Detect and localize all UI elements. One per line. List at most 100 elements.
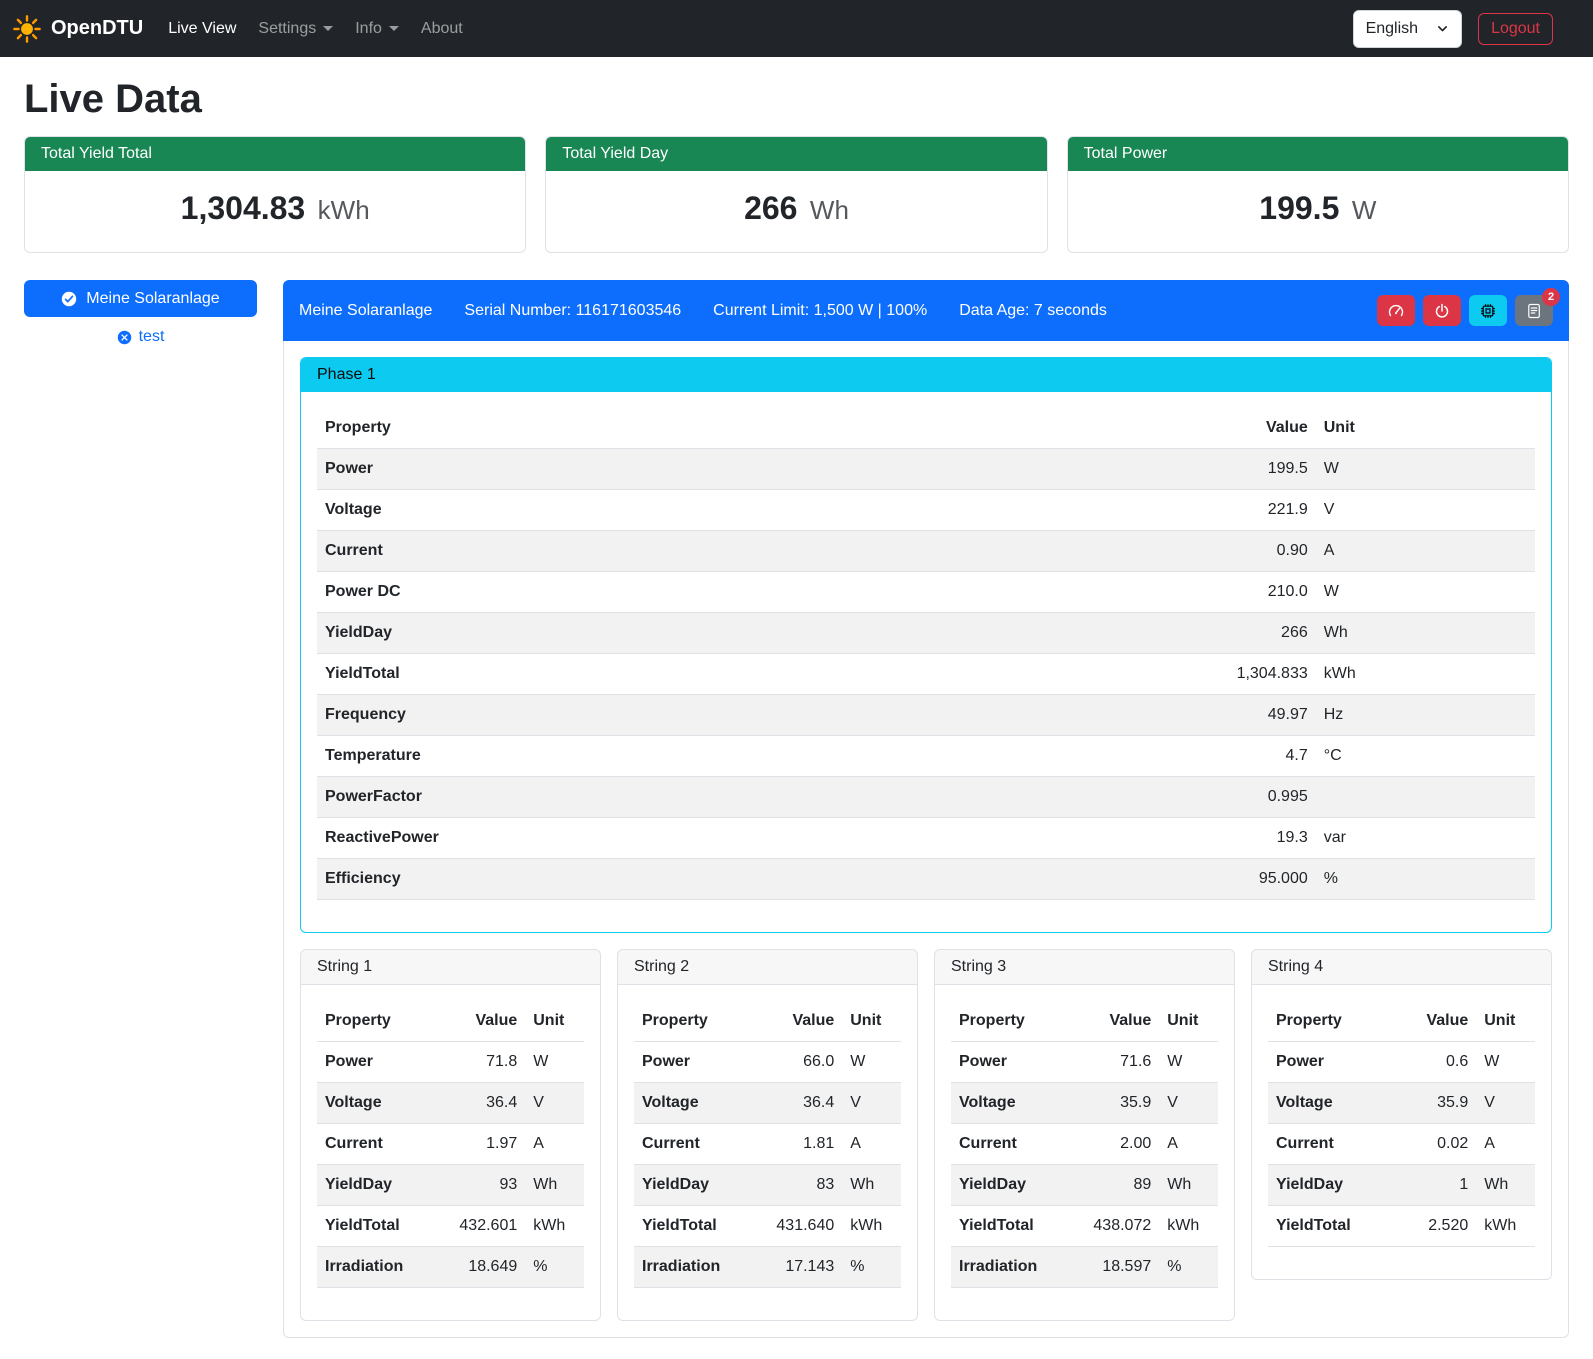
language-select[interactable]: English: [1353, 10, 1462, 48]
nav-item-label: Live View: [168, 20, 236, 38]
inverter-panel-body: Phase 1 Property Value Unit Power 1: [283, 341, 1569, 1338]
nav-item-about[interactable]: About: [410, 12, 474, 46]
table-row: Current 1.97 A: [317, 1124, 584, 1165]
table-row: YieldDay 266 Wh: [317, 613, 1535, 654]
language-select-value: English: [1366, 20, 1418, 38]
chevron-down-icon: [1436, 22, 1449, 35]
brand-link[interactable]: OpenDTU: [12, 14, 143, 44]
row-property: YieldDay: [951, 1165, 1079, 1206]
phase-card-title: Phase 1: [301, 358, 1551, 392]
phase-card-body: Property Value Unit Power 199.5 W Voltag…: [301, 392, 1551, 932]
table-row: Current 2.00 A: [951, 1124, 1218, 1165]
limit-settings-button[interactable]: [1377, 295, 1415, 326]
string-table-body: Power 0.6 W Voltage 35.9 V Current 0.02 …: [1268, 1042, 1535, 1247]
phase-card: Phase 1 Property Value Unit Power 1: [300, 357, 1552, 933]
row-value: 2.520: [1396, 1206, 1476, 1247]
table-row: YieldTotal 432.601 kWh: [317, 1206, 584, 1247]
row-value: 0.995: [1072, 777, 1316, 818]
summary-value: 199.5: [1259, 190, 1339, 226]
row-value: 266: [1072, 613, 1316, 654]
row-property: Irradiation: [317, 1247, 445, 1288]
table-row: YieldDay 83 Wh: [634, 1165, 901, 1206]
summary-unit: Wh: [810, 195, 849, 225]
table-row: Current 1.81 A: [634, 1124, 901, 1165]
row-value: 35.9: [1079, 1083, 1159, 1124]
nav-item-info[interactable]: Info: [344, 12, 410, 46]
col-unit: Unit: [1316, 408, 1535, 449]
summary-card-total-power: Total Power 199.5 W: [1067, 136, 1569, 253]
row-property: Efficiency: [317, 859, 1072, 900]
table-row: Current 0.90 A: [317, 531, 1535, 572]
row-value: 66.0: [762, 1042, 842, 1083]
cpu-icon: [1480, 303, 1496, 319]
table-row: Current 0.02 A: [1268, 1124, 1535, 1165]
row-unit: %: [842, 1247, 901, 1288]
string-card: String 2 Property Value Unit Power 66.0 …: [617, 949, 918, 1321]
inverter-limit: Current Limit: 1,500 W | 100%: [713, 302, 927, 320]
row-unit: W: [1159, 1042, 1218, 1083]
row-value: 83: [762, 1165, 842, 1206]
row-value: 71.8: [445, 1042, 525, 1083]
page-container: Live Data Total Yield Total 1,304.83 kWh…: [0, 77, 1593, 1338]
table-row: Voltage 36.4 V: [634, 1083, 901, 1124]
strings-row: String 1 Property Value Unit Power 71.8 …: [300, 949, 1552, 1321]
summary-card-title: Total Yield Day: [546, 137, 1046, 171]
row-unit: var: [1316, 818, 1535, 859]
string-table: Property Value Unit Power 0.6 W Voltage …: [1268, 1001, 1535, 1247]
row-unit: %: [1316, 859, 1535, 900]
row-property: Power: [1268, 1042, 1396, 1083]
row-value: 18.597: [1079, 1247, 1159, 1288]
inverter-button-test[interactable]: test: [113, 324, 169, 350]
row-unit: A: [1476, 1124, 1535, 1165]
row-property: PowerFactor: [317, 777, 1072, 818]
nav-item-live-view[interactable]: Live View: [157, 12, 247, 46]
row-property: Irradiation: [951, 1247, 1079, 1288]
inverter-actions: 2: [1377, 295, 1553, 326]
col-unit: Unit: [1159, 1001, 1218, 1042]
string-card: String 4 Property Value Unit Power 0.6 W…: [1251, 949, 1552, 1280]
row-property: Voltage: [951, 1083, 1079, 1124]
nav-right: English Logout: [1353, 10, 1553, 48]
row-property: Power: [317, 449, 1072, 490]
power-icon: [1434, 303, 1450, 319]
row-property: Voltage: [634, 1083, 762, 1124]
nav-item-settings[interactable]: Settings: [247, 12, 344, 46]
phase-table: Property Value Unit Power 199.5 W Voltag…: [317, 408, 1535, 900]
power-button[interactable]: [1423, 295, 1461, 326]
table-row: Irradiation 18.649 %: [317, 1247, 584, 1288]
row-unit: Wh: [1476, 1165, 1535, 1206]
logout-button[interactable]: Logout: [1478, 13, 1553, 45]
row-value: 71.6: [1079, 1042, 1159, 1083]
row-unit: Hz: [1316, 695, 1535, 736]
row-unit: W: [525, 1042, 584, 1083]
col-unit: Unit: [842, 1001, 901, 1042]
table-row: YieldDay 1 Wh: [1268, 1165, 1535, 1206]
row-value: 221.9: [1072, 490, 1316, 531]
col-value: Value: [445, 1001, 525, 1042]
event-log-button[interactable]: 2: [1515, 295, 1553, 326]
table-row: Power DC 210.0 W: [317, 572, 1535, 613]
main-row: Meine Solaranlage test Meine Solaranlage…: [24, 280, 1569, 1338]
inverter-button-selected[interactable]: Meine Solaranlage: [24, 280, 257, 317]
table-row: Power 199.5 W: [317, 449, 1535, 490]
table-row: Voltage 221.9 V: [317, 490, 1535, 531]
row-property: YieldDay: [317, 613, 1072, 654]
row-unit: Wh: [842, 1165, 901, 1206]
gauge-icon: [1388, 303, 1404, 319]
row-property: YieldDay: [1268, 1165, 1396, 1206]
row-value: 19.3: [1072, 818, 1316, 859]
row-value: 36.4: [762, 1083, 842, 1124]
string-table-body: Power 66.0 W Voltage 36.4 V Current 1.81…: [634, 1042, 901, 1288]
row-property: Irradiation: [634, 1247, 762, 1288]
summary-card-total-yield-day: Total Yield Day 266 Wh: [545, 136, 1047, 253]
row-value: 199.5: [1072, 449, 1316, 490]
string-card-body: Property Value Unit Power 71.8 W Voltage…: [301, 985, 600, 1320]
table-row: Efficiency 95.000 %: [317, 859, 1535, 900]
table-row: YieldDay 93 Wh: [317, 1165, 584, 1206]
summary-card-title: Total Power: [1068, 137, 1568, 171]
row-unit: A: [1316, 531, 1535, 572]
row-value: 89: [1079, 1165, 1159, 1206]
row-value: 2.00: [1079, 1124, 1159, 1165]
device-info-button[interactable]: [1469, 295, 1507, 326]
row-value: 431.640: [762, 1206, 842, 1247]
